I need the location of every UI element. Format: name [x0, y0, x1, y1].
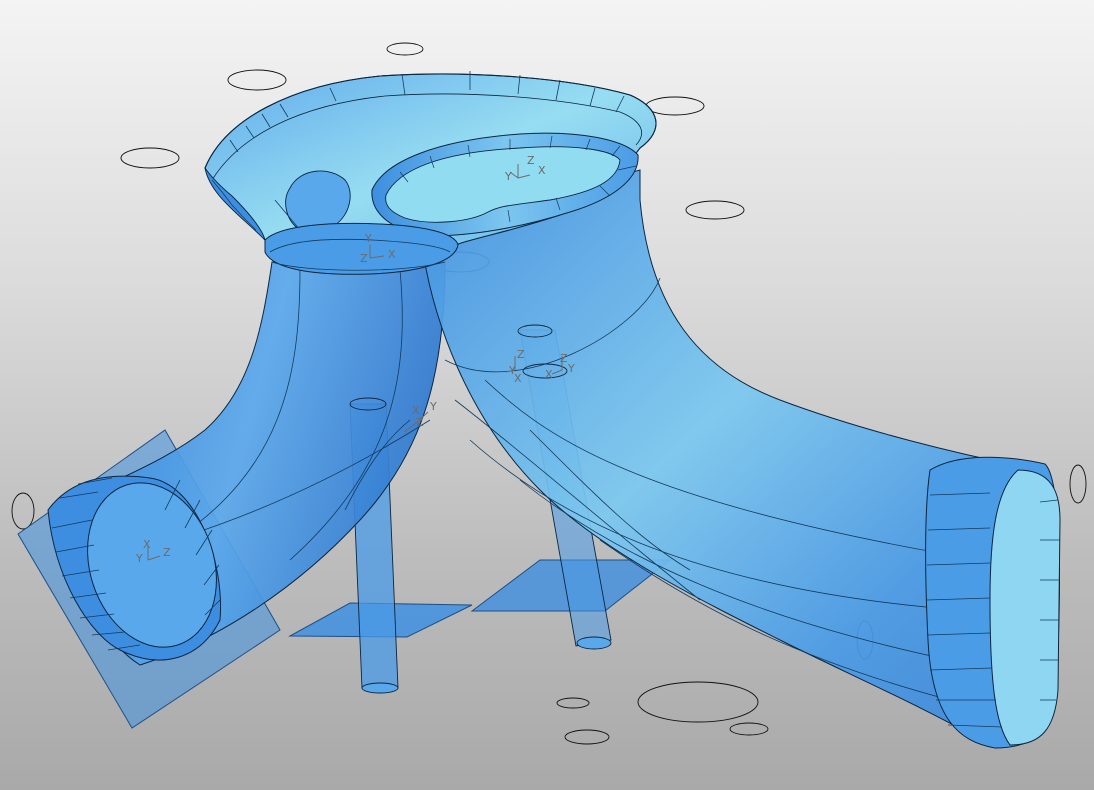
triad-x-label: X	[538, 164, 546, 177]
triad-z-label: Z	[163, 546, 171, 559]
sketch-circle	[645, 96, 705, 116]
rod-end-cap	[576, 636, 612, 650]
triad-z-label: Z	[527, 154, 535, 167]
triad-x-label: X	[388, 248, 396, 261]
triad-x-label: X	[143, 538, 151, 551]
sketch-circle	[564, 729, 610, 745]
cad-model-scene[interactable]: Z X Y Z X Y X Z Y X Y Z Z Y X Z Y X	[0, 0, 1094, 790]
triad-x-label: X	[545, 368, 553, 381]
pipe-right[interactable]	[419, 169, 1061, 749]
sketch-circle	[120, 147, 180, 169]
triad-z-label: Z	[360, 252, 368, 265]
sketch-circle	[11, 492, 35, 530]
sketch-circle	[556, 697, 590, 709]
cad-3d-viewport[interactable]: Z X Y Z X Y X Z Y X Y Z Z Y X Z Y X	[0, 0, 1094, 790]
sketch-circle	[637, 681, 759, 723]
sketch-circle	[386, 42, 424, 56]
sketch-circle	[227, 69, 287, 91]
triad-z-label: Z	[416, 416, 424, 429]
triad-z-label: Z	[560, 352, 568, 365]
triad-z-label: Z	[517, 348, 525, 361]
triad-y-label: Y	[567, 362, 575, 375]
sketch-circle	[729, 722, 769, 736]
triad-y-label: Y	[504, 170, 512, 183]
triad-y-label: Y	[429, 400, 437, 413]
pipe-right-outlet[interactable]	[925, 456, 1061, 749]
triad-y-label: Y	[364, 232, 372, 245]
triad-y-label: Y	[135, 552, 143, 565]
sketch-circle	[1069, 464, 1087, 504]
triad-x-label: X	[514, 372, 522, 385]
rod-end-cap	[361, 682, 399, 694]
sketch-circle	[685, 200, 745, 220]
